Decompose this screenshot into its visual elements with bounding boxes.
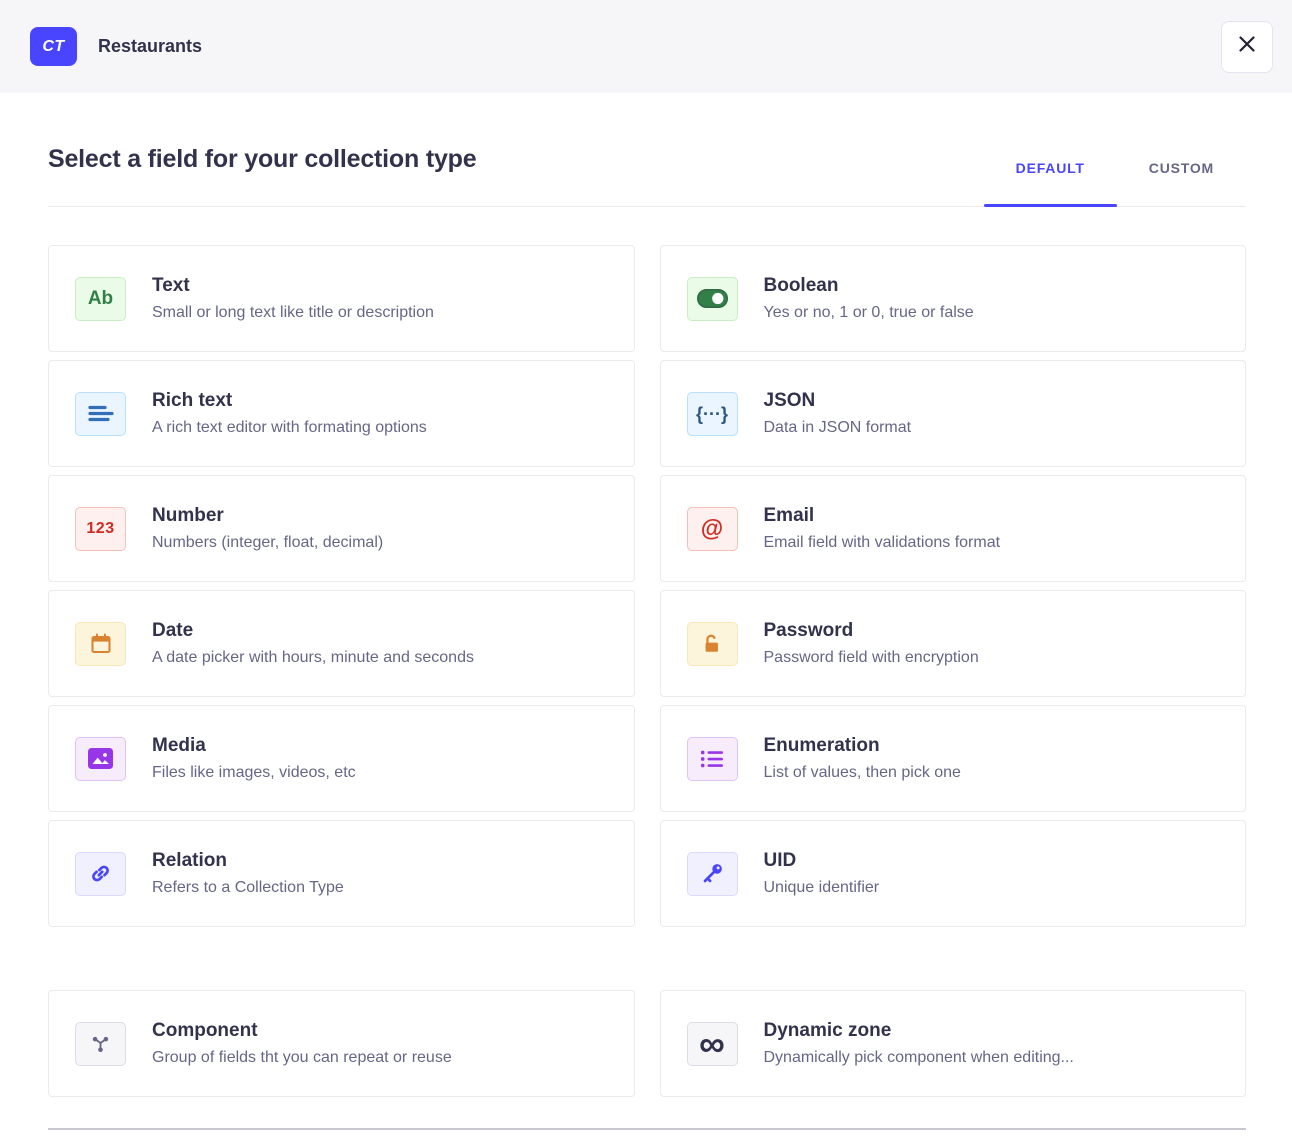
tabs: DEFAULTCUSTOM bbox=[984, 154, 1246, 206]
field-description: Numbers (integer, float, decimal) bbox=[152, 534, 383, 552]
field-card-enumeration[interactable]: Enumeration List of values, then pick one bbox=[660, 705, 1247, 812]
field-title: Email bbox=[764, 505, 1001, 527]
field-card-password[interactable]: Password Password field with encryption bbox=[660, 590, 1247, 697]
at-sign-icon: @ bbox=[687, 507, 738, 551]
field-card-text: UID Unique identifier bbox=[764, 850, 880, 897]
braces-icon: {···} bbox=[687, 392, 738, 436]
calendar-icon bbox=[75, 622, 126, 666]
123-icon: 123 bbox=[75, 507, 126, 551]
field-card-uid[interactable]: UID Unique identifier bbox=[660, 820, 1247, 927]
field-title: Text bbox=[152, 275, 434, 297]
field-card-text[interactable]: Ab Text Small or long text like title or d… bbox=[48, 245, 635, 352]
field-description: Small or long text like title or descrip… bbox=[152, 304, 434, 322]
infinity-icon: ∞ bbox=[687, 1022, 738, 1066]
field-description: Refers to a Collection Type bbox=[152, 879, 344, 897]
field-card-relation[interactable]: Relation Refers to a Collection Type bbox=[48, 820, 635, 927]
tab-default[interactable]: DEFAULT bbox=[984, 154, 1117, 206]
field-description: Group of fields tht you can repeat or re… bbox=[152, 1049, 452, 1067]
field-description: A date picker with hours, minute and sec… bbox=[152, 649, 474, 667]
field-title: JSON bbox=[764, 390, 912, 412]
field-title: UID bbox=[764, 850, 880, 872]
field-card-text: Boolean Yes or no, 1 or 0, true or false bbox=[764, 275, 974, 322]
field-card-json[interactable]: {···} JSON Data in JSON format bbox=[660, 360, 1247, 467]
field-card-text: Relation Refers to a Collection Type bbox=[152, 850, 344, 897]
close-button[interactable] bbox=[1221, 21, 1273, 73]
field-card-text: Component Group of fields tht you can rep… bbox=[152, 1020, 452, 1067]
field-description: Data in JSON format bbox=[764, 419, 912, 437]
field-title: Rich text bbox=[152, 390, 427, 412]
field-description: Unique identifier bbox=[764, 879, 880, 897]
field-card-text: Dynamic zone Dynamically pick component w… bbox=[764, 1020, 1074, 1067]
field-description: Yes or no, 1 or 0, true or false bbox=[764, 304, 974, 322]
field-card-text: Text Small or long text like title or des… bbox=[152, 275, 434, 322]
field-card-text: Email Email field with validations format bbox=[764, 505, 1001, 552]
field-title: Media bbox=[152, 735, 356, 757]
field-card-text: Enumeration List of values, then pick one bbox=[764, 735, 961, 782]
field-description: List of values, then pick one bbox=[764, 764, 961, 782]
field-description: A rich text editor with formating option… bbox=[152, 419, 427, 437]
field-card-media[interactable]: Media Files like images, videos, etc bbox=[48, 705, 635, 812]
field-card-richtext[interactable]: Rich text A rich text editor with formati… bbox=[48, 360, 635, 467]
bullet-list-icon bbox=[687, 737, 738, 781]
page-title: Select a field for your collection type bbox=[48, 145, 476, 206]
close-icon bbox=[1238, 35, 1256, 58]
fields-grid-extra: Component Group of fields tht you can rep… bbox=[48, 990, 1246, 1097]
footer-divider bbox=[48, 1128, 1246, 1136]
field-card-text: Date A date picker with hours, minute and… bbox=[152, 620, 474, 667]
field-title: Number bbox=[152, 505, 383, 527]
tab-custom[interactable]: CUSTOM bbox=[1117, 154, 1246, 206]
field-card-text: Media Files like images, videos, etc bbox=[152, 735, 356, 782]
modal-title: Restaurants bbox=[98, 36, 1221, 57]
field-title: Password bbox=[764, 620, 979, 642]
toggle-icon bbox=[687, 277, 738, 321]
padlock-icon bbox=[687, 622, 738, 666]
field-title: Enumeration bbox=[764, 735, 961, 757]
modal-body: Select a field for your collection type … bbox=[0, 145, 1292, 1136]
key-icon bbox=[687, 852, 738, 896]
field-title: Component bbox=[152, 1020, 452, 1042]
field-card-dynamiczone[interactable]: ∞ Dynamic zone Dynamically pick component … bbox=[660, 990, 1247, 1097]
field-card-number[interactable]: 123 Number Numbers (integer, float, decima… bbox=[48, 475, 635, 582]
field-description: Dynamically pick component when editing.… bbox=[764, 1049, 1074, 1067]
field-card-date[interactable]: Date A date picker with hours, minute and… bbox=[48, 590, 635, 697]
field-title: Dynamic zone bbox=[764, 1020, 1074, 1042]
field-description: Password field with encryption bbox=[764, 649, 979, 667]
field-card-text: Password Password field with encryption bbox=[764, 620, 979, 667]
modal-header: CT Restaurants bbox=[0, 0, 1292, 93]
text-lines-icon bbox=[75, 392, 126, 436]
collection-type-badge: CT bbox=[30, 27, 77, 66]
nodes-icon bbox=[75, 1022, 126, 1066]
field-card-text: Number Numbers (integer, float, decimal) bbox=[152, 505, 383, 552]
chain-link-icon bbox=[75, 852, 126, 896]
field-card-text: Rich text A rich text editor with formati… bbox=[152, 390, 427, 437]
fields-grid-default: Ab Text Small or long text like title or d… bbox=[48, 245, 1246, 927]
field-title: Date bbox=[152, 620, 474, 642]
field-title: Relation bbox=[152, 850, 344, 872]
field-description: Files like images, videos, etc bbox=[152, 764, 356, 782]
ab-text-icon: Ab bbox=[75, 277, 126, 321]
heading-row: Select a field for your collection type … bbox=[48, 145, 1246, 207]
field-card-text: JSON Data in JSON format bbox=[764, 390, 912, 437]
field-title: Boolean bbox=[764, 275, 974, 297]
field-card-boolean[interactable]: Boolean Yes or no, 1 or 0, true or false bbox=[660, 245, 1247, 352]
field-card-email[interactable]: @ Email Email field with validations forma… bbox=[660, 475, 1247, 582]
picture-icon bbox=[75, 737, 126, 781]
field-card-component[interactable]: Component Group of fields tht you can rep… bbox=[48, 990, 635, 1097]
field-description: Email field with validations format bbox=[764, 534, 1001, 552]
